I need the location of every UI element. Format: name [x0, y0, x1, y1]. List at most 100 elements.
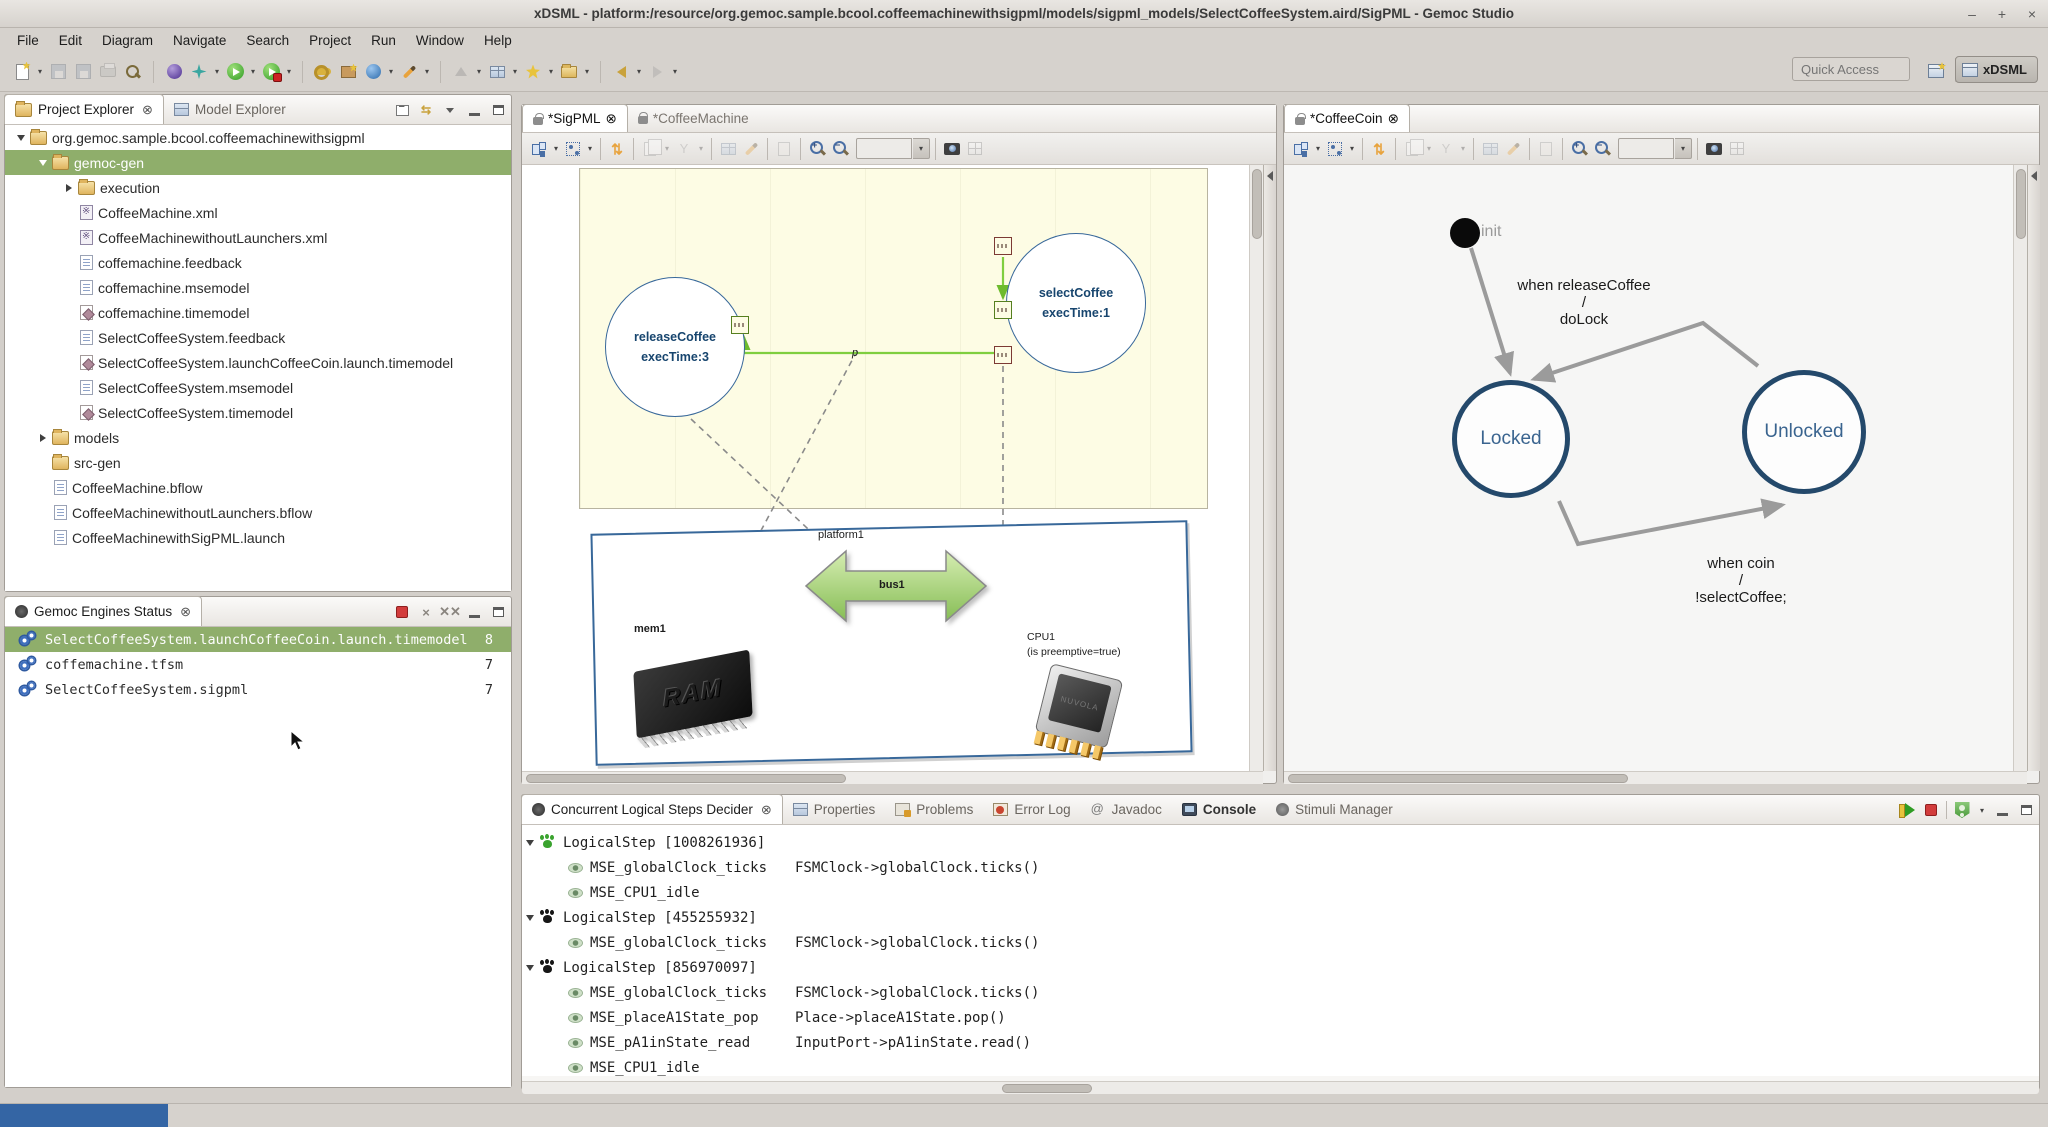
tree-item-src-gen[interactable]: src-gen	[5, 450, 511, 475]
menu-window[interactable]: Window	[407, 31, 473, 50]
new-wizard-dropdown-icon[interactable]: ▾	[35, 67, 45, 76]
edit-mode-icon[interactable]	[740, 138, 762, 160]
collapse-arrow-icon[interactable]	[61, 184, 77, 192]
horizontal-scrollbar[interactable]	[1284, 771, 2027, 784]
zoom-level-input[interactable]	[856, 138, 912, 159]
stop-engine-icon[interactable]	[393, 603, 411, 621]
export-image-icon[interactable]	[1703, 138, 1725, 160]
tree-item-coffeemachine-withsigpml-launch[interactable]: CoffeeMachinewithSigPML.launch	[5, 525, 511, 550]
run-last-dropdown-icon[interactable]: ▾	[284, 67, 294, 76]
grid-toggle-icon[interactable]	[1726, 138, 1748, 160]
menu-file[interactable]: File	[8, 31, 48, 50]
hide-element-icon[interactable]	[1479, 138, 1501, 160]
actor-selectcoffee[interactable]: selectCoffee execTime:1	[1006, 233, 1146, 373]
sigpml-canvas[interactable]: releaseCoffee execTime:3 selectCoffee ex…	[522, 165, 1249, 771]
mse-row[interactable]: MSE_CPU1_idle	[522, 880, 2039, 905]
horizontal-scrollbar[interactable]	[522, 771, 1263, 784]
maximize-view-icon[interactable]	[2017, 801, 2035, 819]
engine-row[interactable]: coffemachine.tfsm 7	[5, 652, 511, 677]
open-web-icon[interactable]	[361, 60, 385, 84]
step-execution-icon[interactable]	[1898, 801, 1916, 819]
copy-layout-dropdown-icon[interactable]: ▾	[662, 144, 672, 153]
tree-item-selectcoffeesystem-timemodel[interactable]: SelectCoffeeSystem.timemodel	[5, 400, 511, 425]
close-tab-icon[interactable]: ⊗	[1388, 111, 1399, 127]
mse-row[interactable]: MSE_placeA1State_pop Place->placeA1State…	[522, 1005, 2039, 1030]
menu-run[interactable]: Run	[362, 31, 405, 50]
save-all-icon[interactable]	[71, 60, 95, 84]
scrollbar-thumb[interactable]	[526, 774, 846, 783]
scrollbar-thumb[interactable]	[2016, 169, 2026, 239]
open-resource-icon[interactable]	[557, 60, 581, 84]
logical-step-row[interactable]: LogicalStep [1008261936]	[522, 830, 2039, 855]
menu-help[interactable]: Help	[475, 31, 521, 50]
run-dropdown-icon[interactable]: ▾	[248, 67, 258, 76]
mse-row[interactable]: MSE_pA1inState_read InputPort->pA1inStat…	[522, 1030, 2039, 1055]
forward-dropdown-icon[interactable]: ▾	[670, 67, 680, 76]
tree-item-coffeemachine-withoutlaunchers-xml[interactable]: CoffeeMachinewithoutLaunchers.xml	[5, 225, 511, 250]
layout-mode-icon[interactable]	[528, 138, 550, 160]
open-web-dropdown-icon[interactable]: ▾	[386, 67, 396, 76]
expand-arrow-icon[interactable]	[35, 160, 51, 166]
copy-layout-icon[interactable]	[639, 138, 661, 160]
tab-project-explorer[interactable]: Project Explorer ⊗	[4, 94, 164, 124]
view-menu-icon[interactable]	[441, 101, 459, 119]
tab-coffeecoin[interactable]: *CoffeeCoin ⊗	[1284, 104, 1410, 132]
tab-model-explorer[interactable]: Model Explorer	[164, 94, 296, 124]
tab-logical-steps-decider[interactable]: Concurrent Logical Steps Decider ⊗	[521, 794, 783, 824]
zoom-in-icon[interactable]: +	[806, 138, 828, 160]
state-locked[interactable]: Locked	[1452, 380, 1570, 498]
tree-item-selectcoffeesystem-feedback[interactable]: SelectCoffeeSystem.feedback	[5, 325, 511, 350]
copy-layout-icon[interactable]	[1401, 138, 1423, 160]
tree-item-gemoc-gen[interactable]: gemoc-gen	[5, 150, 511, 175]
zoom-in-icon[interactable]: +	[1568, 138, 1590, 160]
tab-sigpml[interactable]: *SigPML ⊗	[522, 104, 628, 132]
distribute-icon[interactable]: Y	[673, 138, 695, 160]
tree-item-selectcoffeesystem-launch-timemodel[interactable]: SelectCoffeeSystem.launchCoffeeCoin.laun…	[5, 350, 511, 375]
tab-console[interactable]: Console	[1172, 794, 1266, 824]
close-tab-icon[interactable]: ⊗	[142, 102, 153, 118]
decider-selector-dropdown-icon[interactable]: ▾	[1977, 806, 1987, 815]
dispose-all-engines-icon[interactable]: ✕✕	[441, 603, 459, 621]
print-icon[interactable]	[96, 60, 120, 84]
state-unlocked[interactable]: Unlocked	[1742, 370, 1866, 494]
tree-item-coffeemachine-withoutlaunchers-bflow[interactable]: CoffeeMachinewithoutLaunchers.bflow	[5, 500, 511, 525]
zoom-out-icon[interactable]: −	[829, 138, 851, 160]
scrollbar-thumb[interactable]	[1252, 169, 1262, 239]
export-image-icon[interactable]	[941, 138, 963, 160]
tab-stimuli-manager[interactable]: Stimuli Manager	[1266, 794, 1403, 824]
selection-mode-dropdown-icon[interactable]: ▾	[1347, 144, 1357, 153]
favorites-dropdown-icon[interactable]: ▾	[546, 67, 556, 76]
refresh-diagram-icon[interactable]: ⇄	[1368, 138, 1390, 160]
distribute-dropdown-icon[interactable]: ▾	[696, 144, 706, 153]
run-last-icon[interactable]	[259, 60, 283, 84]
tree-item-coffemachine-feedback[interactable]: coffemachine.feedback	[5, 250, 511, 275]
grid-toggle-icon[interactable]	[964, 138, 986, 160]
link-with-editor-icon[interactable]: ⇆	[417, 101, 435, 119]
vertical-scrollbar[interactable]	[2013, 165, 2027, 771]
decider-selector-icon[interactable]	[1953, 801, 1971, 819]
mse-row[interactable]: MSE_CPU1_idle	[522, 1055, 2039, 1076]
logical-step-row[interactable]: LogicalStep [856970097]	[522, 955, 2039, 980]
copy-layout-dropdown-icon[interactable]: ▾	[1424, 144, 1434, 153]
vertical-scrollbar[interactable]	[1249, 165, 1263, 771]
zoom-level-dropdown-icon[interactable]: ▾	[1675, 138, 1692, 159]
tab-properties[interactable]: Properties	[783, 794, 886, 824]
minimize-view-icon[interactable]	[1993, 801, 2011, 819]
hide-element-icon[interactable]	[717, 138, 739, 160]
expand-arrow-icon[interactable]	[522, 915, 538, 921]
annotate-dropdown-icon[interactable]: ▾	[422, 67, 432, 76]
tab-coffeemachine[interactable]: *CoffeeMachine	[628, 104, 759, 132]
tab-gemoc-engines-status[interactable]: Gemoc Engines Status ⊗	[4, 596, 202, 626]
expand-arrow-icon[interactable]	[522, 840, 538, 846]
debug-attach-icon[interactable]	[162, 60, 186, 84]
menu-navigate[interactable]: Navigate	[164, 31, 235, 50]
output-port[interactable]	[731, 316, 749, 334]
menu-diagram[interactable]: Diagram	[93, 31, 162, 50]
key-icon[interactable]	[311, 60, 335, 84]
window-minimize-icon[interactable]: –	[1964, 6, 1980, 22]
initial-state-dot[interactable]	[1450, 218, 1480, 248]
actor-releasecoffee[interactable]: releaseCoffee execTime:3	[605, 277, 745, 417]
close-tab-icon[interactable]: ⊗	[180, 604, 191, 620]
layout-mode-dropdown-icon[interactable]: ▾	[551, 144, 561, 153]
coffeecoin-canvas[interactable]: init when releaseCoffee / doLock Locked …	[1284, 165, 2013, 771]
